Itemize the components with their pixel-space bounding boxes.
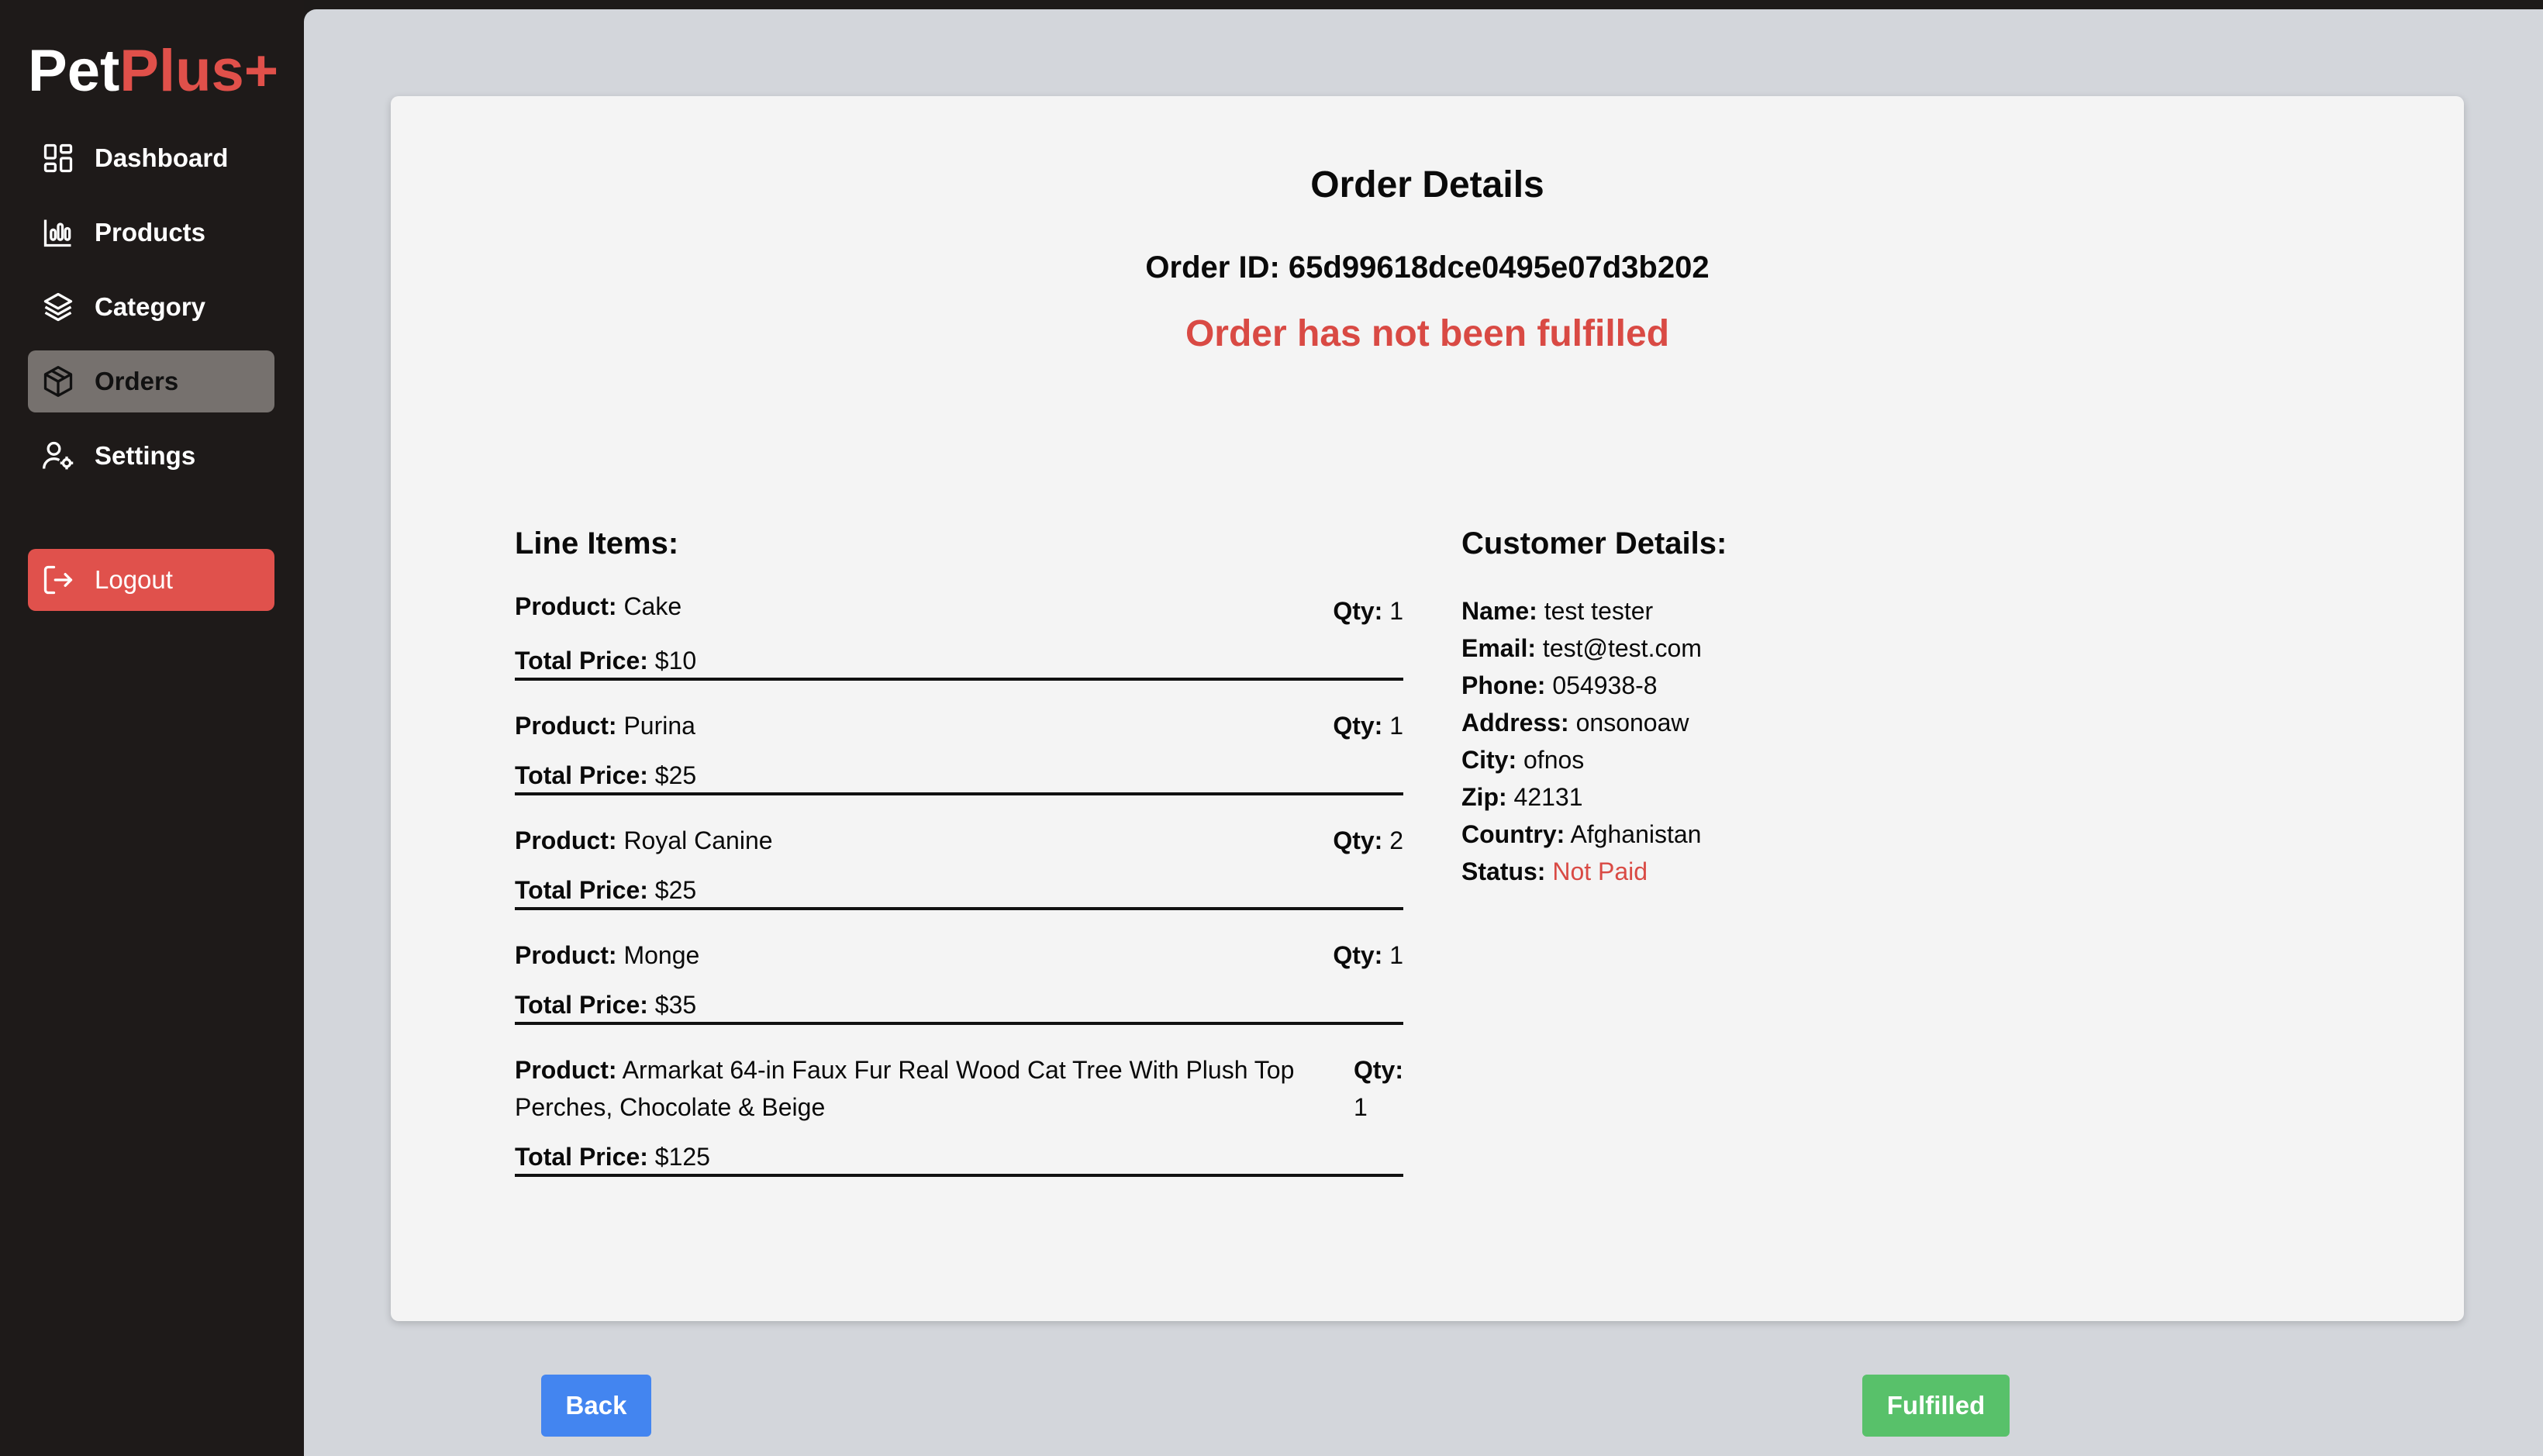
line-item-qty: Qty: 1 [1333, 597, 1403, 625]
customer-address: Address: onsonoaw [1461, 709, 1689, 737]
fulfilled-button[interactable]: Fulfilled [1862, 1375, 2010, 1437]
logout-label: Logout [95, 565, 173, 594]
layers-icon [40, 289, 76, 325]
order-details-card: Order Details Order ID: 65d99618dce0495e… [391, 96, 2464, 1321]
customer-email: Email: test@test.com [1461, 634, 1702, 662]
line-item: Product: Purina Qty: 1 Total Price: $25 [515, 707, 1403, 795]
sidebar-item-settings[interactable]: Settings [28, 425, 274, 487]
line-item-price: Total Price: $125 [515, 1143, 710, 1171]
sidebar-item-label: Products [95, 218, 206, 247]
customer-name: Name: test tester [1461, 597, 1654, 625]
bar-chart-icon [40, 215, 76, 250]
customer-country: Country: Afghanistan [1461, 820, 1702, 848]
sidebar-item-dashboard[interactable]: Dashboard [28, 127, 274, 189]
order-id: Order ID: 65d99618dce0495e07d3b202 [391, 248, 2464, 287]
fulfillment-status: Order has not been fulfilled [1185, 313, 1670, 354]
line-items-heading: Line Items: [515, 526, 679, 561]
order-id-value: 65d99618dce0495e07d3b202 [1288, 250, 1710, 285]
page-title: Order Details [1310, 164, 1544, 205]
line-item: Product: Cake Qty: 1 Total Price: $10 [515, 592, 1403, 681]
line-item-price: Total Price: $10 [515, 647, 697, 675]
customer-details-heading: Customer Details: [1461, 526, 1727, 561]
line-item-product: Product: Purina [515, 712, 695, 740]
logout-icon [40, 562, 76, 598]
sidebar-item-orders[interactable]: Orders [28, 350, 274, 412]
sidebar-item-label: Orders [95, 367, 179, 395]
line-item: Product: Monge Qty: 1 Total Price: $35 [515, 937, 1403, 1025]
line-item-product: Product: Monge [515, 941, 700, 969]
back-button[interactable]: Back [541, 1375, 651, 1437]
line-item-qty: Qty: 1 [1333, 712, 1403, 740]
line-item-qty: Qty: 1 [1354, 1056, 1403, 1121]
sidebar: PetPlus+ Dashboard Products Category Ord… [0, 0, 304, 1456]
sidebar-item-category[interactable]: Category [28, 276, 274, 338]
sidebar-item-label: Settings [95, 441, 196, 470]
sidebar-item-label: Dashboard [95, 143, 229, 172]
status-badge: Not Paid [1552, 857, 1648, 885]
customer-city: City: ofnos [1461, 746, 1585, 774]
logout-button[interactable]: Logout [28, 549, 274, 611]
box-icon [40, 364, 76, 399]
customer-phone: Phone: 054938-8 [1461, 671, 1658, 699]
main-content: Order Details Order ID: 65d99618dce0495e… [304, 9, 2543, 1456]
customer-zip: Zip: 42131 [1461, 783, 1583, 811]
line-item-product: Product: Cake [515, 592, 682, 620]
line-item-price: Total Price: $25 [515, 761, 697, 789]
line-item-price: Total Price: $35 [515, 991, 697, 1019]
line-item-price: Total Price: $25 [515, 876, 697, 904]
dashboard-icon [40, 140, 76, 176]
brand-logo[interactable]: PetPlus+ [28, 36, 278, 107]
line-item: Product: Armarkat 64-in Faux Fur Real Wo… [515, 1051, 1403, 1177]
line-item-qty: Qty: 2 [1333, 826, 1403, 854]
line-item: Product: Royal Canine Qty: 2 Total Price… [515, 822, 1403, 910]
sidebar-item-products[interactable]: Products [28, 202, 274, 264]
line-item-qty: Qty: 1 [1333, 941, 1403, 969]
sidebar-item-label: Category [95, 292, 206, 321]
line-item-product: Product: Armarkat 64-in Faux Fur Real Wo… [515, 1056, 1295, 1121]
user-settings-icon [40, 438, 76, 474]
order-id-label: Order ID: [1145, 250, 1280, 285]
line-item-product: Product: Royal Canine [515, 826, 773, 854]
payment-status: Status: Not Paid [1461, 857, 1648, 885]
